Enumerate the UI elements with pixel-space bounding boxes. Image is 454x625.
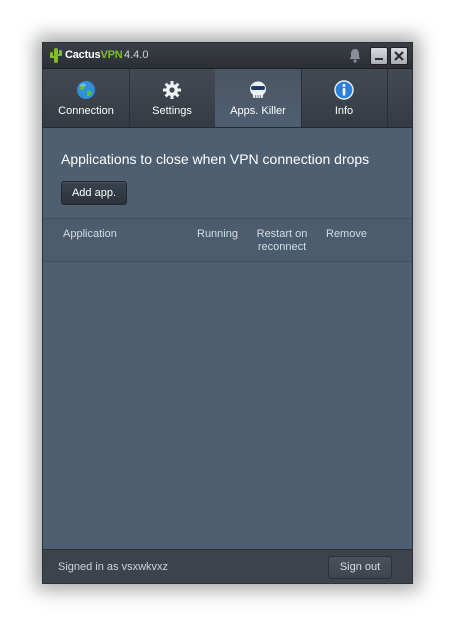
apps-table-header: Application Running Restart on reconnect… [43, 218, 412, 262]
signed-in-label: Signed in as vsxwkvxz [58, 561, 169, 573]
page-title: Applications to close when VPN connectio… [61, 151, 370, 167]
tab-info[interactable]: Info [301, 69, 388, 127]
sign-out-button[interactable]: Sign out [328, 556, 392, 579]
app-brand: CactusVPN [65, 49, 123, 61]
app-version: 4.4.0 [124, 49, 149, 61]
tab-settings[interactable]: Settings [129, 69, 216, 127]
tab-label: Connection [58, 105, 114, 117]
close-icon [394, 51, 404, 61]
tab-bar: Connection Settings Apps. Killer Info [43, 69, 412, 128]
title-bar[interactable]: CactusVPN 4.4.0 [43, 43, 412, 69]
column-header-running: Running [197, 228, 238, 240]
column-header-restart-on-reconnect: Restart on reconnect [256, 228, 308, 253]
tab-connection[interactable]: Connection [43, 69, 130, 127]
column-header-remove: Remove [326, 228, 367, 240]
app-window: CactusVPN 4.4.0 Connection Settings Apps… [42, 42, 413, 584]
minimize-button[interactable] [370, 47, 388, 65]
status-footer: Signed in as vsxwkvxz Sign out [43, 549, 412, 583]
tab-label: Apps. Killer [230, 105, 286, 117]
add-app-button[interactable]: Add app. [61, 181, 127, 205]
skull-icon [250, 81, 266, 98]
gear-icon [163, 81, 181, 99]
cactus-logo-icon [50, 48, 62, 63]
tab-label: Info [334, 105, 354, 117]
info-icon [334, 80, 354, 100]
tab-label: Settings [152, 105, 192, 117]
column-header-application: Application [63, 228, 117, 240]
bell-icon[interactable] [348, 48, 362, 63]
close-button[interactable] [390, 47, 408, 65]
globe-icon [77, 81, 95, 99]
tab-apps-killer[interactable]: Apps. Killer [215, 69, 302, 127]
